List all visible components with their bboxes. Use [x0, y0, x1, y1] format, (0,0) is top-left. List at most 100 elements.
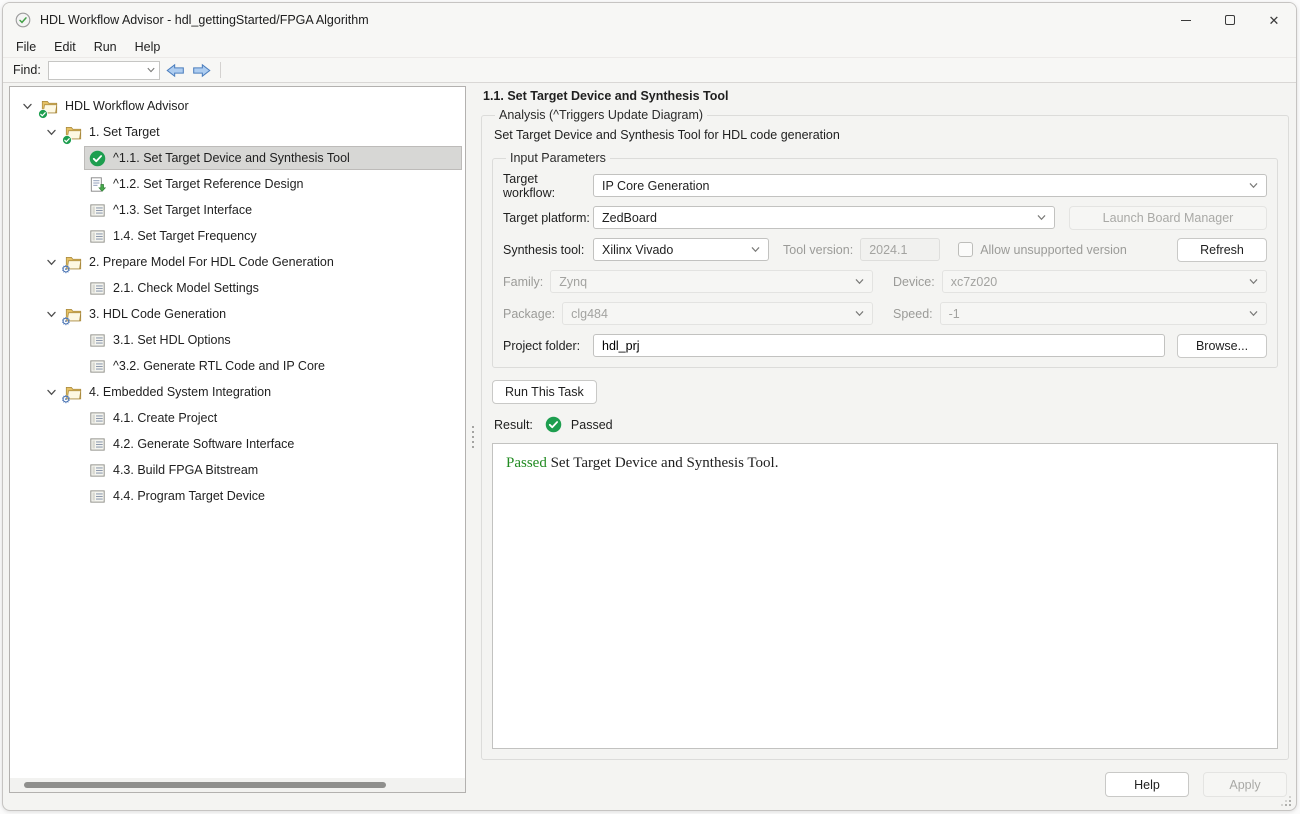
- close-icon: ✕: [1269, 14, 1280, 27]
- tree-item-1-2-set-target-reference-design[interactable]: ^1.2. Set Target Reference Design: [10, 171, 465, 197]
- speed-select[interactable]: -1: [940, 302, 1267, 325]
- refresh-button[interactable]: Refresh: [1177, 238, 1267, 262]
- task-icon: [89, 332, 106, 349]
- tree-horizontal-scrollbar-thumb[interactable]: [24, 782, 386, 788]
- chevron-down-icon: [1036, 212, 1047, 223]
- maximize-icon: [1225, 15, 1235, 25]
- find-toolbar: Find:: [3, 58, 1296, 83]
- task-panel: 1.1. Set Target Device and Synthesis Too…: [481, 86, 1289, 797]
- task-icon: [89, 202, 106, 219]
- chevron-down-icon: [1248, 180, 1259, 191]
- input-parameters-legend: Input Parameters: [506, 151, 610, 165]
- tree-item-1-set-target[interactable]: 1. Set Target: [10, 119, 465, 145]
- splitter-handle-icon: [472, 426, 474, 428]
- find-input[interactable]: [48, 61, 160, 80]
- package-select[interactable]: clg484: [562, 302, 873, 325]
- find-label: Find:: [13, 63, 41, 77]
- input-parameters-group: Input Parameters Target workflow: IP Cor…: [492, 151, 1278, 368]
- result-message-text: Set Target Device and Synthesis Tool.: [551, 455, 779, 471]
- chevron-down-icon: [1248, 308, 1259, 319]
- device-label: Device:: [893, 275, 935, 289]
- tree-item-3-1-set-hdl-options[interactable]: 3.1. Set HDL Options: [10, 327, 465, 353]
- tree-item-4-1-create-project[interactable]: 4.1. Create Project: [10, 405, 465, 431]
- tree-item-4-4-program-target-device[interactable]: 4.4. Program Target Device: [10, 483, 465, 509]
- find-previous-button[interactable]: [166, 62, 186, 78]
- tree-horizontal-scrollbar-track[interactable]: [10, 778, 465, 792]
- menu-edit[interactable]: Edit: [45, 38, 85, 56]
- workflow-tree-panel: HDL Workflow Advisor 1. Set Target ^1.1.…: [9, 86, 466, 793]
- minimize-button[interactable]: [1164, 3, 1208, 37]
- folder-gear-icon: ⚙: [65, 384, 82, 401]
- menu-file[interactable]: File: [7, 38, 45, 56]
- folder-gear-icon: ⚙: [65, 254, 82, 271]
- task-icon: [89, 228, 106, 245]
- chevron-down-icon[interactable]: [18, 93, 36, 119]
- browse-button[interactable]: Browse...: [1177, 334, 1267, 358]
- close-button[interactable]: ✕: [1252, 3, 1296, 37]
- arrow-left-icon: [166, 63, 185, 78]
- chevron-down-icon[interactable]: [42, 301, 60, 327]
- task-icon: [89, 280, 106, 297]
- device-select[interactable]: xc7z020: [942, 270, 1267, 293]
- chevron-down-icon: [750, 244, 761, 255]
- tree-item-2-1-check-model-settings[interactable]: 2.1. Check Model Settings: [10, 275, 465, 301]
- allow-unsupported-label: Allow unsupported version: [980, 243, 1127, 257]
- panel-splitter[interactable]: [466, 83, 481, 793]
- family-select[interactable]: Zynq: [550, 270, 873, 293]
- chevron-down-icon: [146, 65, 156, 75]
- tree-item-1-1-set-target-device[interactable]: ^1.1. Set Target Device and Synthesis To…: [10, 145, 465, 171]
- tree-item-4-embedded-system-integration[interactable]: ⚙ 4. Embedded System Integration: [10, 379, 465, 405]
- target-workflow-label: Target workflow:: [503, 172, 593, 200]
- chevron-down-icon[interactable]: [42, 249, 60, 275]
- chevron-down-icon: [854, 308, 865, 319]
- project-folder-field[interactable]: [593, 334, 1165, 357]
- minimize-icon: [1181, 20, 1191, 21]
- tree-item-3-hdl-code-generation[interactable]: ⚙ 3. HDL Code Generation: [10, 301, 465, 327]
- speed-label: Speed:: [893, 307, 933, 321]
- target-platform-select[interactable]: ZedBoard: [593, 206, 1055, 229]
- window-title: HDL Workflow Advisor - hdl_gettingStarte…: [40, 13, 369, 27]
- chevron-down-icon: [854, 276, 865, 287]
- tree-item-root[interactable]: HDL Workflow Advisor: [10, 93, 465, 119]
- folder-gear-icon: ⚙: [65, 306, 82, 323]
- tree-item-1-4-set-target-frequency[interactable]: 1.4. Set Target Frequency: [10, 223, 465, 249]
- synthesis-tool-label: Synthesis tool:: [503, 243, 593, 257]
- find-next-button[interactable]: [192, 62, 212, 78]
- target-platform-label: Target platform:: [503, 211, 593, 225]
- tree-item-4-2-generate-software-interface[interactable]: 4.2. Generate Software Interface: [10, 431, 465, 457]
- task-update-icon: [89, 176, 106, 193]
- target-workflow-select[interactable]: IP Core Generation: [593, 174, 1267, 197]
- tool-version-field[interactable]: [860, 238, 940, 261]
- run-this-task-button[interactable]: Run This Task: [492, 380, 597, 404]
- maximize-button[interactable]: [1208, 3, 1252, 37]
- apply-button[interactable]: Apply: [1203, 772, 1287, 797]
- launch-board-manager-button[interactable]: Launch Board Manager: [1069, 206, 1267, 230]
- tree-item-4-3-build-fpga-bitstream[interactable]: 4.3. Build FPGA Bitstream: [10, 457, 465, 483]
- result-output: Passed Set Target Device and Synthesis T…: [492, 443, 1278, 749]
- tree-item-1-3-set-target-interface[interactable]: ^1.3. Set Target Interface: [10, 197, 465, 223]
- menu-help[interactable]: Help: [126, 38, 170, 56]
- tree-item-3-2-generate-rtl-code[interactable]: ^3.2. Generate RTL Code and IP Core: [10, 353, 465, 379]
- synthesis-tool-select[interactable]: Xilinx Vivado: [593, 238, 769, 261]
- chevron-down-icon[interactable]: [42, 379, 60, 405]
- find-input-field[interactable]: [54, 63, 146, 77]
- passed-circle-icon: [89, 150, 106, 167]
- result-label: Result:: [494, 418, 533, 432]
- menu-run[interactable]: Run: [85, 38, 126, 56]
- app-check-icon: [15, 12, 31, 28]
- menu-bar: File Edit Run Help: [3, 37, 1296, 58]
- arrow-right-icon: [192, 63, 211, 78]
- help-button[interactable]: Help: [1105, 772, 1189, 797]
- allow-unsupported-checkbox[interactable]: [958, 242, 973, 257]
- chevron-down-icon: [1248, 276, 1259, 287]
- analysis-legend: Analysis (^Triggers Update Diagram): [495, 108, 707, 122]
- chevron-down-icon[interactable]: [42, 119, 60, 145]
- toolbar-separator: [220, 62, 221, 78]
- project-folder-label: Project folder:: [503, 339, 593, 353]
- task-icon: [89, 488, 106, 505]
- resize-grip-icon[interactable]: [1289, 804, 1291, 806]
- task-icon: [89, 436, 106, 453]
- hdl-workflow-advisor-window: HDL Workflow Advisor - hdl_gettingStarte…: [2, 2, 1297, 811]
- package-label: Package:: [503, 307, 555, 321]
- tree-item-2-prepare-model[interactable]: ⚙ 2. Prepare Model For HDL Code Generati…: [10, 249, 465, 275]
